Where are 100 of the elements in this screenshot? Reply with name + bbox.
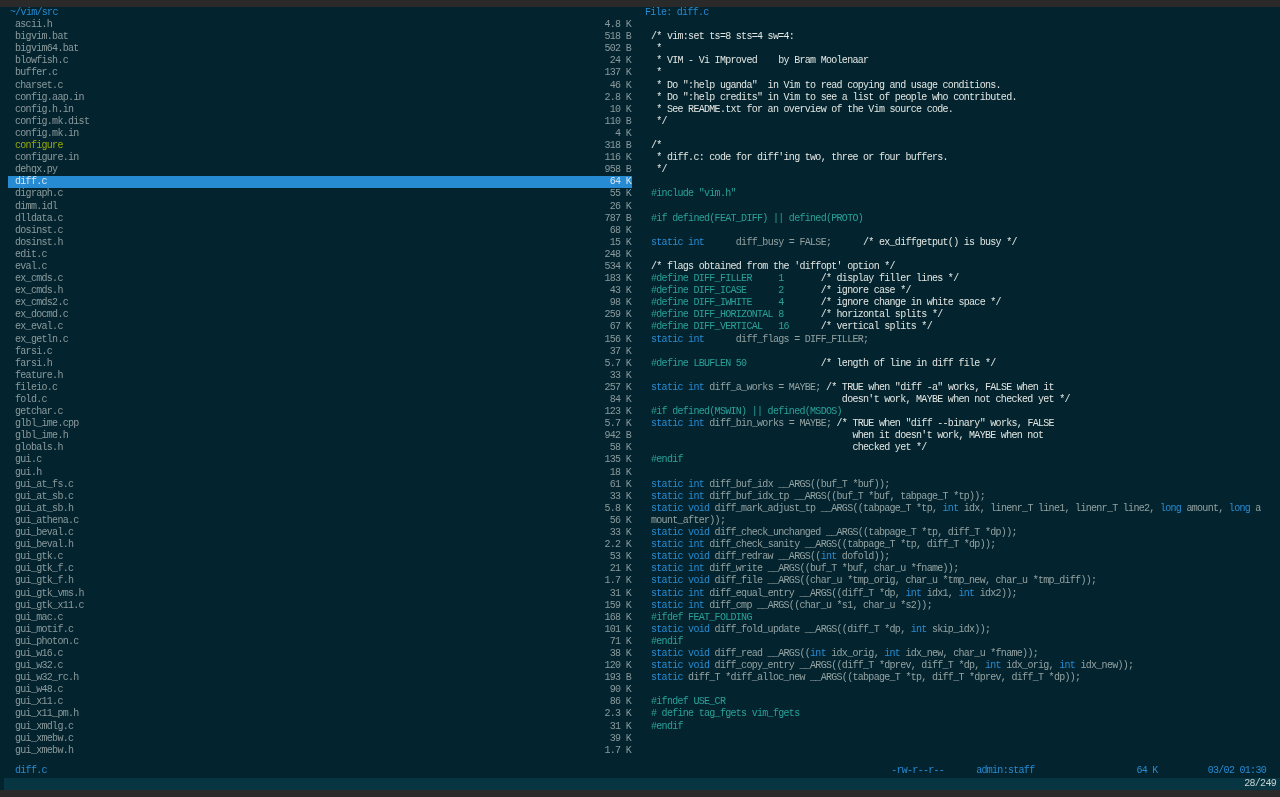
file-row[interactable]: eval.c 534 K (8, 260, 632, 274)
file-row[interactable]: getchar.c 123 K (8, 406, 632, 419)
file-name: gui_gtk_f.h (15, 575, 74, 588)
file-name: ascii.h (15, 19, 53, 31)
code-line: static void diff_redraw __ARGS((int dofold)); (651, 551, 891, 563)
file-row[interactable]: dosinst.h 15 K (8, 236, 632, 249)
file-row[interactable]: bigvim.bat 518 B (8, 31, 632, 44)
file-size: 33 K (609, 490, 632, 503)
file-row[interactable]: config.aap.in 2.8 K (8, 91, 632, 104)
file-size: 46 K (609, 79, 632, 92)
file-row[interactable]: gui_motif.c 101 K (8, 623, 632, 636)
file-row[interactable]: gui_w16.c 38 K (8, 647, 632, 661)
file-size: 10 K (609, 103, 632, 116)
file-row[interactable]: ex_cmds2.c 98 K (8, 297, 632, 310)
file-row[interactable]: gui_xmdlg.c 31 K (8, 720, 632, 733)
code-line: static int diff_buf_idx_tp __ARGS((buf_T *buf, tabpage_T *tp)); (651, 490, 986, 503)
file-size: 787 B (604, 212, 632, 225)
file-row[interactable]: dehqx.py 958 B (8, 164, 632, 177)
file-row[interactable]: gui.h 18 K (8, 466, 632, 479)
file-row[interactable]: ex_getln.c 156 K (8, 333, 632, 346)
file-row[interactable]: gui_w48.c 90 K (8, 684, 632, 697)
file-row[interactable]: gui_at_fs.c 61 K (8, 478, 632, 491)
file-name: gui_xmdlg.c (15, 720, 74, 733)
file-size: 135 K (604, 454, 632, 467)
file-row[interactable]: gui_gtk_x11.c 159 K (8, 599, 632, 612)
code-line: checked yet */ (851, 442, 928, 455)
file-row[interactable]: gui_at_sb.h 5.8 K (8, 502, 632, 515)
file-row[interactable]: buffer.c 137 K (8, 67, 632, 80)
file-size: 116 K (604, 152, 632, 165)
file-name: config.mk.in (15, 127, 79, 140)
file-row[interactable]: config.h.in 10 K (8, 103, 632, 116)
file-row[interactable]: fold.c 84 K (8, 394, 632, 407)
file-row[interactable]: digraph.c 55 K (8, 188, 632, 201)
file-name: gui_w32_rc.h (15, 672, 79, 684)
file-row[interactable]: blowfish.c 24 K (8, 55, 632, 68)
file-row[interactable]: bigvim64.bat 502 B (8, 43, 632, 56)
code-line: #define DIFF_ICASE 2 /* ignore case */ (651, 285, 912, 297)
file-size: 86 K (609, 696, 632, 709)
file-size: 39 K (609, 732, 632, 745)
file-row[interactable]: dlldata.c 787 B (8, 212, 632, 225)
file-size: 2.3 K (604, 708, 632, 721)
code-line: #define DIFF_IWHITE 4 /* ignore change in white space */ (651, 297, 1002, 309)
file-row[interactable]: diff.c 64 K (8, 176, 632, 189)
file-row[interactable]: farsi.h 5.7 K (8, 357, 632, 370)
file-row[interactable]: gui_gtk_f.c 21 K (8, 563, 632, 576)
file-row[interactable]: gui_beval.h 2.2 K (8, 539, 632, 552)
file-row[interactable]: glbl_ime.cpp 5.7 K (8, 418, 632, 431)
file-row[interactable]: config.mk.dist 110 B (8, 115, 632, 128)
file-size: 168 K (604, 611, 632, 624)
file-row[interactable]: gui_xmebw.h 1.7 K (8, 744, 632, 757)
file-row[interactable]: ex_cmds.c 183 K (8, 273, 632, 286)
code-line: #endif (651, 720, 684, 733)
file-row[interactable]: feature.h 33 K (8, 369, 632, 382)
code-line: #if defined(MSWIN) || defined(MSDOS) (651, 406, 843, 418)
file-row[interactable]: configure 318 B (8, 140, 632, 153)
file-size: 33 K (609, 369, 632, 382)
file-size: 518 B (604, 31, 632, 44)
file-row[interactable]: fileio.c 257 K (8, 381, 632, 394)
file-name: gui_gtk_f.c (15, 563, 74, 575)
file-row[interactable]: gui.c 135 K (8, 454, 632, 467)
file-row[interactable]: gui_gtk.c 53 K (8, 551, 632, 564)
file-row[interactable]: ex_cmds.h 43 K (8, 285, 632, 298)
file-row[interactable]: ascii.h 4.8 K (8, 19, 632, 32)
file-size: 534 K (604, 260, 632, 274)
file-name: glbl_ime.h (15, 430, 68, 442)
file-row[interactable]: charset.c 46 K (8, 79, 632, 92)
file-row[interactable]: gui_w32.c 120 K (8, 660, 632, 673)
file-row[interactable]: gui_x11.c 86 K (8, 696, 632, 709)
file-name: glbl_ime.cpp (15, 418, 79, 430)
file-size: 183 K (604, 273, 632, 286)
file-row[interactable]: gui_gtk_vms.h 31 K (8, 587, 632, 600)
file-size: 5.7 K (604, 357, 632, 370)
file-row[interactable]: gui_w32_rc.h 193 B (8, 672, 632, 685)
file-row[interactable]: gui_xmebw.c 39 K (8, 732, 632, 745)
file-name: gui_gtk_x11.c (15, 599, 84, 612)
file-row[interactable]: config.mk.in 4 K (8, 127, 632, 141)
file-row[interactable]: gui_athena.c 56 K (8, 514, 632, 528)
file-name: eval.c (15, 260, 47, 273)
file-row[interactable]: edit.c 248 K (8, 248, 632, 261)
file-row[interactable]: gui_x11_pm.h 2.3 K (8, 708, 632, 721)
file-row[interactable]: gui_gtk_f.h 1.7 K (8, 575, 632, 588)
file-row[interactable]: globals.h 58 K (8, 442, 632, 455)
code-line: static void diff_copy_entry __ARGS((diff_T *dprev, diff_T *dp, int idx_orig, int idx_new)); (651, 660, 1135, 672)
file-size: 193 B (604, 672, 632, 685)
file-row[interactable]: configure.in 116 K (8, 152, 632, 165)
file-row[interactable]: gui_beval.c 33 K (8, 527, 632, 540)
file-row[interactable]: gui_mac.c 168 K (8, 611, 632, 624)
file-row[interactable]: gui_photon.c 71 K (8, 635, 632, 648)
file-name: charset.c (15, 79, 63, 92)
file-row[interactable]: gui_at_sb.c 33 K (8, 490, 632, 503)
file-row[interactable]: ex_eval.c 67 K (8, 321, 632, 334)
file-row[interactable]: dosinst.c 68 K (8, 224, 632, 237)
file-row[interactable]: farsi.c 37 K (8, 345, 632, 358)
code-line: static void diff_fold_update __ARGS((diff_T *dp, int skip_idx)); (651, 623, 992, 636)
file-name: ex_docmd.c (15, 309, 68, 321)
file-name: farsi.c (15, 345, 53, 358)
file-size: 18 K (609, 466, 632, 479)
file-row[interactable]: ex_docmd.c 259 K (8, 309, 632, 322)
file-row[interactable]: dimm.idl 26 K (8, 200, 632, 213)
file-row[interactable]: glbl_ime.h 942 B (8, 430, 632, 443)
